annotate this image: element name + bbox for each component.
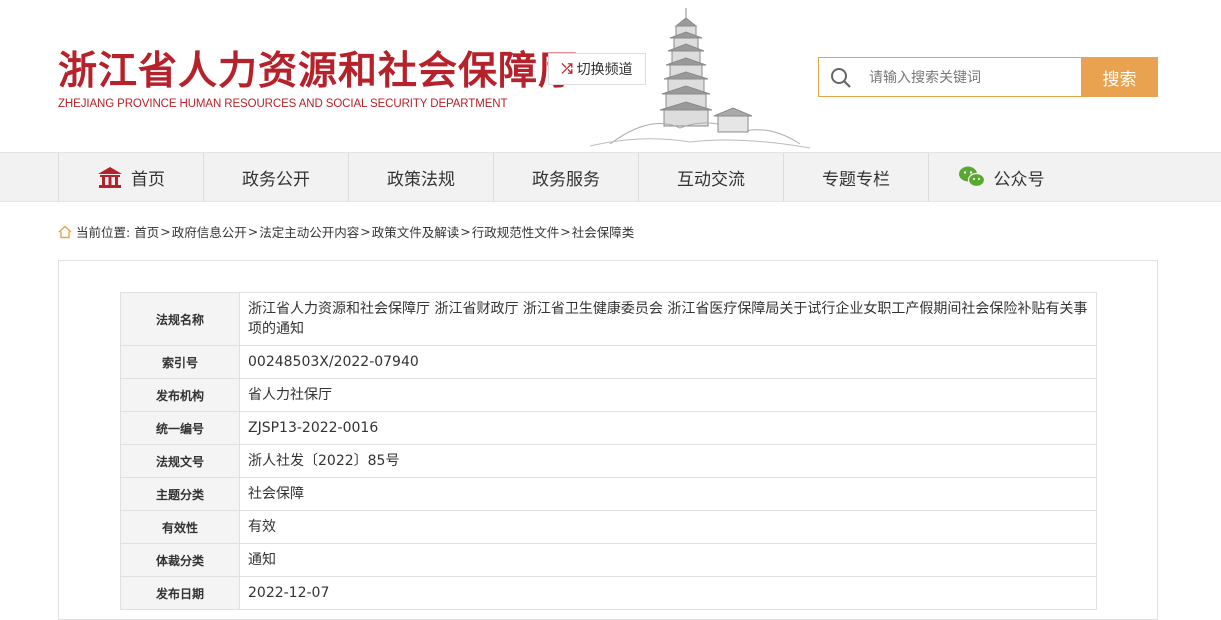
breadcrumb-separator: > — [560, 224, 571, 239]
meta-label-publisher: 发布机构 — [120, 378, 240, 412]
search-input[interactable] — [867, 64, 1076, 92]
meta-label-unified-no: 统一编号 — [120, 411, 240, 445]
meta-value-date: 2022-12-07 — [239, 576, 1097, 610]
nav-label-policy: 政策法规 — [387, 169, 455, 190]
wechat-icon — [958, 166, 985, 188]
meta-label-doc-no: 法规文号 — [120, 444, 240, 478]
nav-item-policy[interactable]: 政策法规 — [348, 153, 493, 201]
nav-item-wechat[interactable]: 公众号 — [928, 153, 1073, 201]
meta-value-publisher: 省人力社保厅 — [239, 378, 1097, 412]
breadcrumb-link[interactable]: 法定主动公开内容 — [259, 222, 359, 241]
meta-value-doc-no: 浙人社发〔2022〕85号 — [239, 444, 1097, 478]
table-row: 法规文号 浙人社发〔2022〕85号 — [120, 444, 1097, 478]
meta-label-title: 法规名称 — [120, 292, 240, 346]
table-row: 索引号 00248503X/2022-07940 — [120, 345, 1097, 379]
nav-item-interaction[interactable]: 互动交流 — [638, 153, 783, 201]
search-box — [818, 57, 1082, 97]
table-row: 法规名称 浙江省人力资源和社会保障厅 浙江省财政厅 浙江省卫生健康委员会 浙江省… — [120, 292, 1097, 346]
home-outline-icon — [58, 225, 72, 238]
table-row: 有效性 有效 — [120, 510, 1097, 544]
table-row: 体裁分类 通知 — [120, 543, 1097, 577]
table-row: 发布日期 2022-12-07 — [120, 576, 1097, 610]
pagoda-illustration — [590, 8, 810, 149]
meta-value-validity: 有效 — [239, 510, 1097, 544]
search-button[interactable]: 搜索 — [1081, 57, 1158, 97]
nav-item-services[interactable]: 政务服务 — [493, 153, 638, 201]
meta-label-topic: 主题分类 — [120, 477, 240, 511]
meta-value-genre: 通知 — [239, 543, 1097, 577]
breadcrumb-link[interactable]: 政策文件及解读 — [372, 222, 460, 241]
nav-label-gov-affairs: 政务公开 — [242, 169, 310, 190]
main-nav: 首页 政务公开 政策法规 政务服务 互动交流 专题专栏 公众号 — [0, 152, 1221, 202]
nav-item-topics[interactable]: 专题专栏 — [783, 153, 928, 201]
meta-label-index: 索引号 — [120, 345, 240, 379]
document-meta-table: 法规名称 浙江省人力资源和社会保障厅 浙江省财政厅 浙江省卫生健康委员会 浙江省… — [120, 292, 1097, 610]
shuffle-icon: ⤮ — [561, 61, 573, 77]
breadcrumb-separator: > — [247, 224, 259, 239]
nav-label-interaction: 互动交流 — [677, 169, 745, 190]
table-row: 统一编号 ZJSP13-2022-0016 — [120, 411, 1097, 445]
nav-label-wechat: 公众号 — [993, 169, 1045, 190]
meta-value-index: 00248503X/2022-07940 — [239, 345, 1097, 379]
table-row: 主题分类 社会保障 — [120, 477, 1097, 511]
nav-label-topics: 专题专栏 — [822, 169, 890, 190]
site-title-en: ZHEJIANG PROVINCE HUMAN RESOURCES AND SO… — [58, 98, 508, 110]
breadcrumb: 当前位置: 首页 > 政府信息公开 > 法定主动公开内容 > 政策文件及解读 >… — [58, 222, 634, 241]
search-icon — [831, 68, 851, 88]
breadcrumb-separator: > — [460, 224, 471, 239]
meta-value-unified-no: ZJSP13-2022-0016 — [239, 411, 1097, 445]
nav-item-home[interactable]: 首页 — [58, 153, 203, 201]
breadcrumb-prefix: 当前位置: — [76, 225, 131, 240]
meta-value-topic: 社会保障 — [239, 477, 1097, 511]
site-title[interactable]: 浙江省人力资源和社会保障厅 — [58, 40, 578, 96]
meta-label-validity: 有效性 — [120, 510, 240, 544]
breadcrumb-separator: > — [360, 224, 371, 239]
meta-label-date: 发布日期 — [120, 576, 240, 610]
breadcrumb-separator: > — [160, 224, 171, 239]
table-row: 发布机构 省人力社保厅 — [120, 378, 1097, 412]
site-header: 浙江省人力资源和社会保障厅 ZHEJIANG PROVINCE HUMAN RE… — [0, 0, 1221, 152]
meta-value-title: 浙江省人力资源和社会保障厅 浙江省财政厅 浙江省卫生健康委员会 浙江省医疗保障局… — [239, 292, 1097, 346]
nav-label-services: 政务服务 — [532, 169, 600, 190]
breadcrumb-link[interactable]: 政府信息公开 — [172, 222, 247, 241]
breadcrumb-link[interactable]: 首页 — [134, 222, 159, 241]
meta-label-genre: 体裁分类 — [120, 543, 240, 577]
breadcrumb-link[interactable]: 社会保障类 — [572, 222, 635, 241]
breadcrumb-link[interactable]: 行政规范性文件 — [472, 222, 560, 241]
home-icon — [98, 167, 122, 188]
nav-item-gov-affairs[interactable]: 政务公开 — [203, 153, 348, 201]
nav-label-home: 首页 — [131, 169, 165, 190]
